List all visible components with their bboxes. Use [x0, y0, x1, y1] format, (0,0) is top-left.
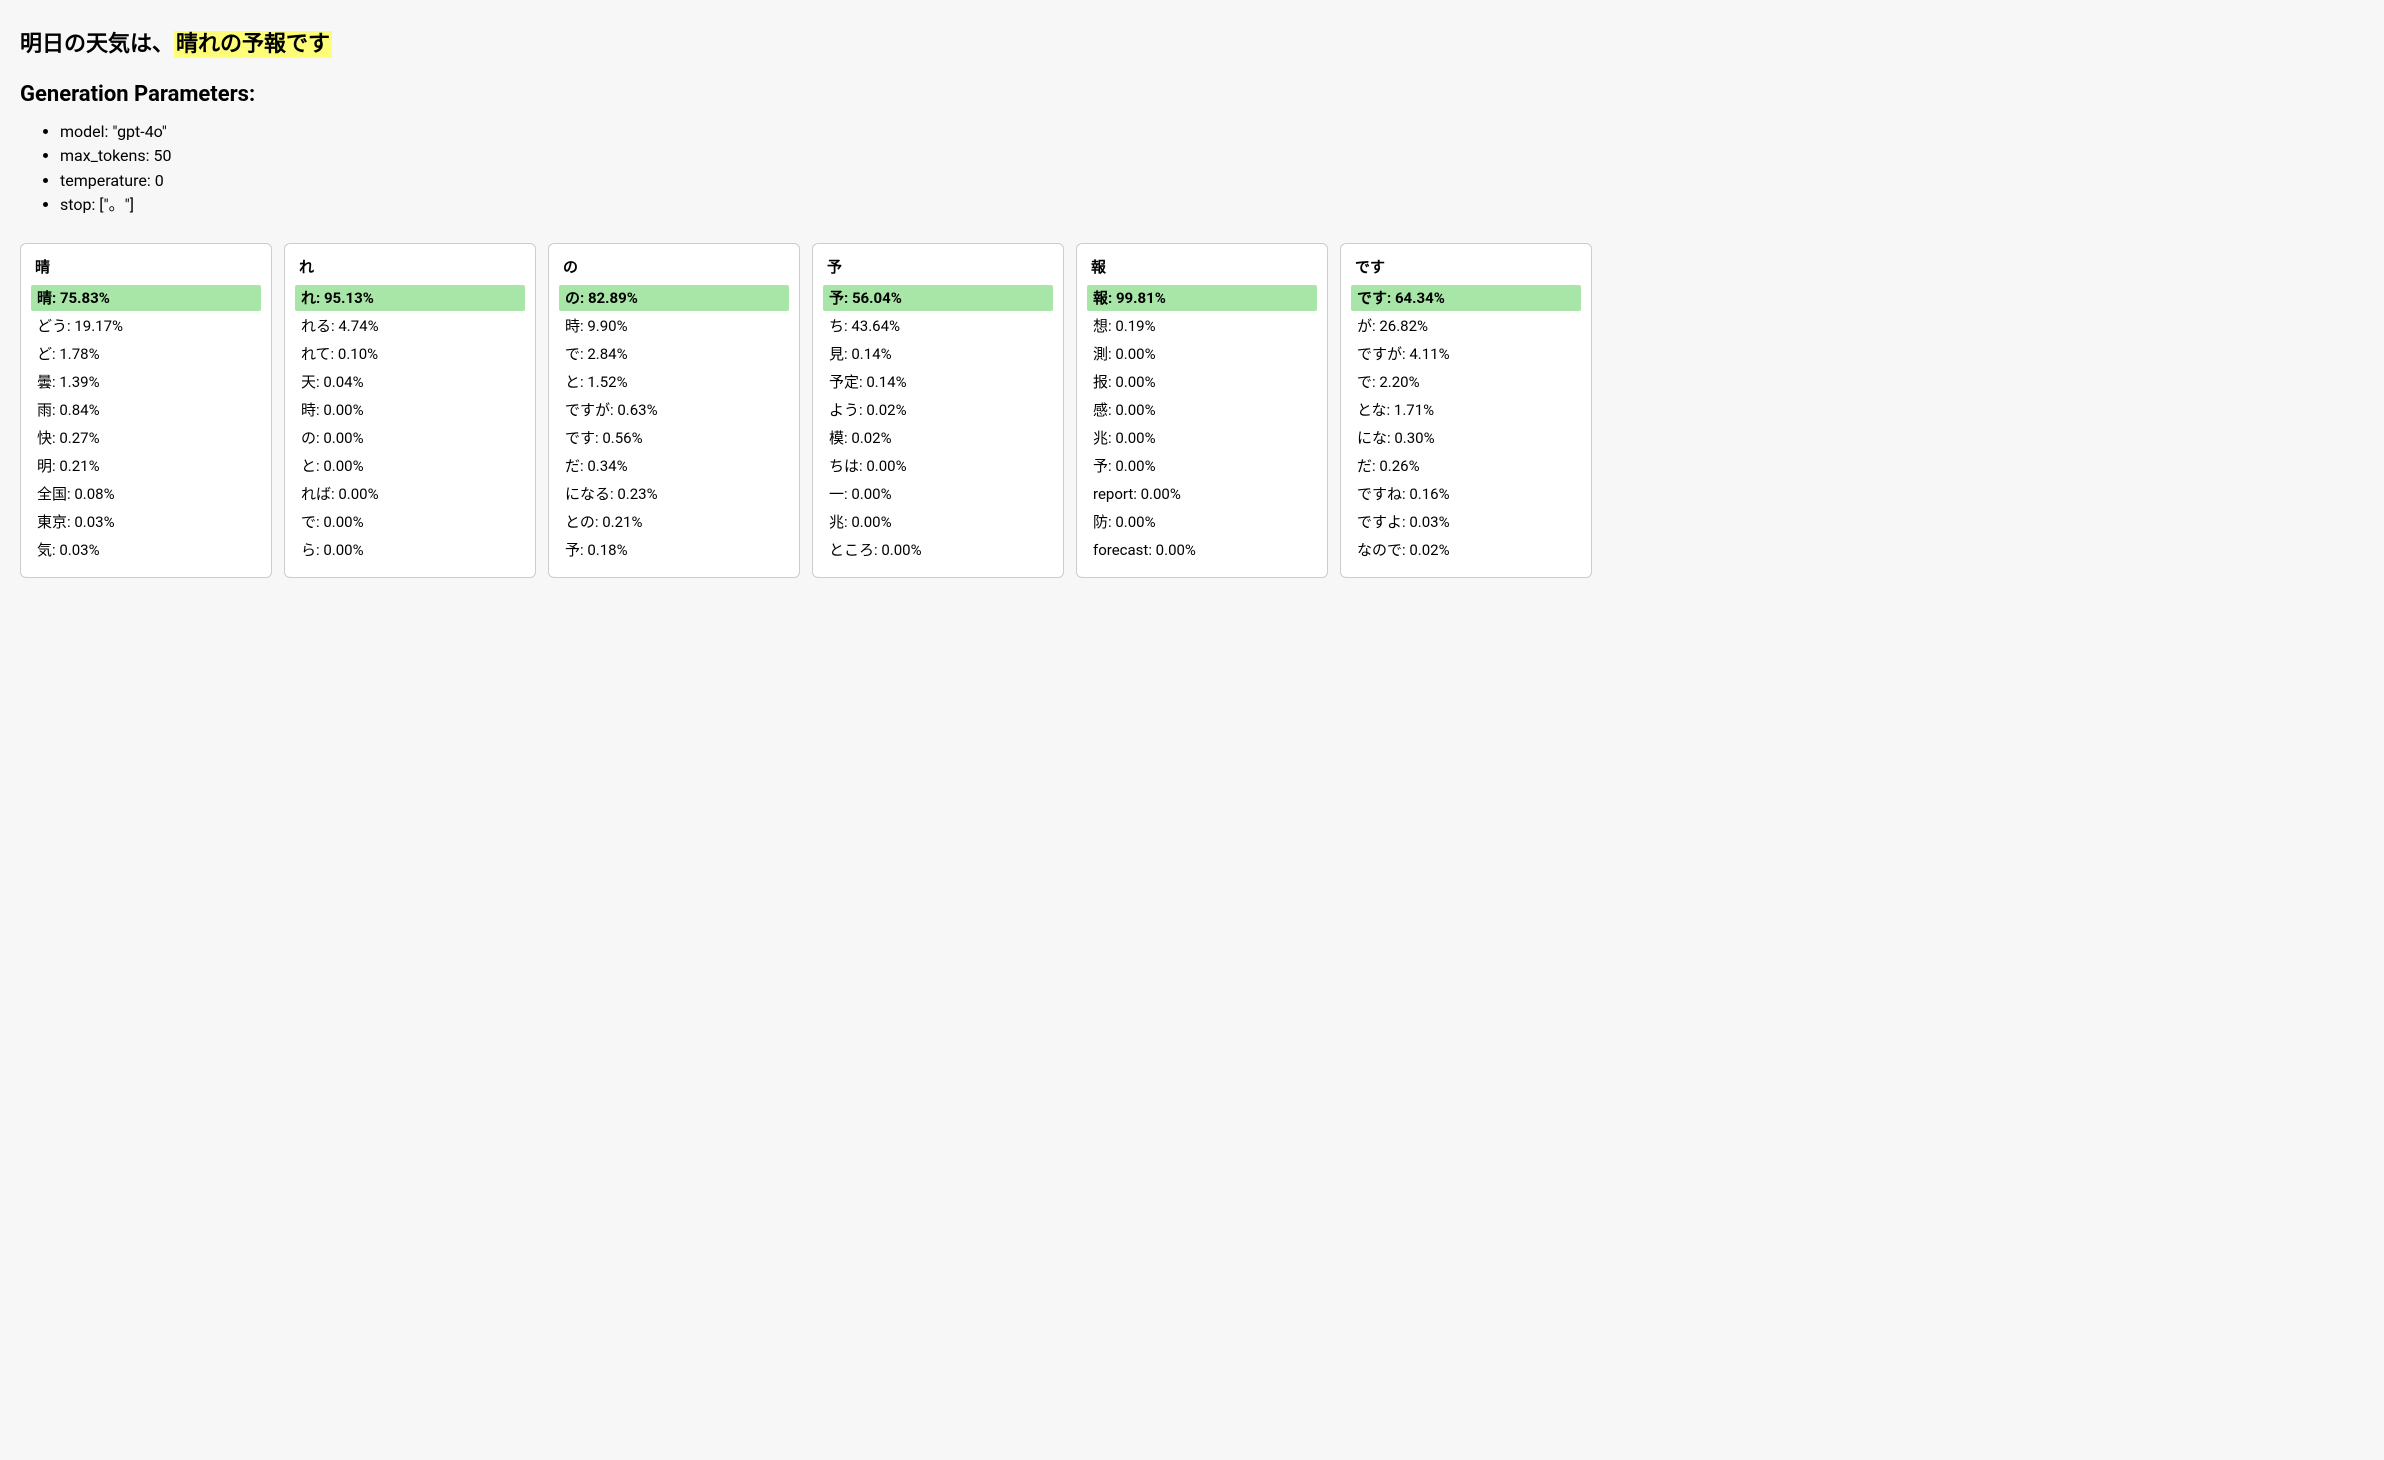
candidate-row: ですが: 4.11% — [1351, 341, 1581, 367]
candidate-row: れて: 0.10% — [295, 341, 525, 367]
candidate-row: 全国: 0.08% — [31, 481, 261, 507]
token-card-title: 予 — [823, 254, 1053, 279]
candidate-row: 明: 0.21% — [31, 453, 261, 479]
candidate-row: ですね: 0.16% — [1351, 481, 1581, 507]
candidate-row: れば: 0.00% — [295, 481, 525, 507]
title-prefix: 明日の天気は、 — [20, 32, 174, 57]
candidate-row: forecast: 0.00% — [1087, 537, 1317, 563]
candidate-row: の: 0.00% — [295, 425, 525, 451]
param-item: stop: ["。"] — [60, 194, 2364, 216]
token-card-title: です — [1351, 254, 1581, 279]
candidate-row: 防: 0.00% — [1087, 509, 1317, 535]
token-card: 予予: 56.04%ち: 43.64%見: 0.14%予定: 0.14%よう: … — [812, 243, 1064, 578]
token-cards: 晴晴: 75.83%どう: 19.17%ど: 1.78%曇: 1.39%雨: 0… — [20, 243, 2364, 578]
candidate-row: 報: 99.81% — [1087, 285, 1317, 311]
candidate-row: 予: 56.04% — [823, 285, 1053, 311]
candidate-row: の: 82.89% — [559, 285, 789, 311]
candidate-row: だ: 0.34% — [559, 453, 789, 479]
candidate-row: が: 26.82% — [1351, 313, 1581, 339]
token-card-title: れ — [295, 254, 525, 279]
token-card: 報報: 99.81%想: 0.19%測: 0.00%报: 0.00%感: 0.0… — [1076, 243, 1328, 578]
candidate-row: 曇: 1.39% — [31, 369, 261, 395]
candidate-row: どう: 19.17% — [31, 313, 261, 339]
token-card-title: 晴 — [31, 254, 261, 279]
candidate-row: れる: 4.74% — [295, 313, 525, 339]
candidate-row: 時: 9.90% — [559, 313, 789, 339]
candidate-row: ところ: 0.00% — [823, 537, 1053, 563]
param-item: model: "gpt-4o" — [60, 121, 2364, 143]
candidate-row: 雨: 0.84% — [31, 397, 261, 423]
token-card: のの: 82.89%時: 9.90%で: 2.84%と: 1.52%ですが: 0… — [548, 243, 800, 578]
page-title: 明日の天気は、晴れの予報です — [20, 26, 2364, 58]
candidate-row: になる: 0.23% — [559, 481, 789, 507]
candidate-row: よう: 0.02% — [823, 397, 1053, 423]
candidate-row: 天: 0.04% — [295, 369, 525, 395]
candidate-row: と: 1.52% — [559, 369, 789, 395]
candidate-row: で: 2.20% — [1351, 369, 1581, 395]
token-card-title: の — [559, 254, 789, 279]
candidate-row: 一: 0.00% — [823, 481, 1053, 507]
candidate-row: と: 0.00% — [295, 453, 525, 479]
candidate-row: 気: 0.03% — [31, 537, 261, 563]
candidate-row: 兆: 0.00% — [1087, 425, 1317, 451]
token-card: ですです: 64.34%が: 26.82%ですが: 4.11%で: 2.20%と… — [1340, 243, 1592, 578]
candidate-row: 予: 0.18% — [559, 537, 789, 563]
candidate-row: 兆: 0.00% — [823, 509, 1053, 535]
param-item: max_tokens: 50 — [60, 145, 2364, 167]
candidate-row: 測: 0.00% — [1087, 341, 1317, 367]
token-card: 晴晴: 75.83%どう: 19.17%ど: 1.78%曇: 1.39%雨: 0… — [20, 243, 272, 578]
candidate-row: だ: 0.26% — [1351, 453, 1581, 479]
candidate-row: 快: 0.27% — [31, 425, 261, 451]
param-item: temperature: 0 — [60, 170, 2364, 192]
candidate-row: で: 0.00% — [295, 509, 525, 535]
candidate-row: 模: 0.02% — [823, 425, 1053, 451]
candidate-row: ですよ: 0.03% — [1351, 509, 1581, 535]
candidate-row: で: 2.84% — [559, 341, 789, 367]
candidate-row: 予: 0.00% — [1087, 453, 1317, 479]
params-list: model: "gpt-4o"max_tokens: 50 temperature… — [20, 121, 2364, 217]
candidate-row: にな: 0.30% — [1351, 425, 1581, 451]
candidate-row: です: 64.34% — [1351, 285, 1581, 311]
candidate-row: 晴: 75.83% — [31, 285, 261, 311]
candidate-row: 見: 0.14% — [823, 341, 1053, 367]
candidate-row: 東京: 0.03% — [31, 509, 261, 535]
candidate-row: です: 0.56% — [559, 425, 789, 451]
candidate-row: 時: 0.00% — [295, 397, 525, 423]
candidate-row: ですが: 0.63% — [559, 397, 789, 423]
candidate-row: 想: 0.19% — [1087, 313, 1317, 339]
candidate-row: 感: 0.00% — [1087, 397, 1317, 423]
title-highlight: 晴れの予報です — [174, 31, 332, 58]
candidate-row: ら: 0.00% — [295, 537, 525, 563]
candidate-row: 予定: 0.14% — [823, 369, 1053, 395]
params-heading: Generation Parameters: — [20, 82, 2364, 107]
candidate-row: なので: 0.02% — [1351, 537, 1581, 563]
candidate-row: とな: 1.71% — [1351, 397, 1581, 423]
candidate-row: との: 0.21% — [559, 509, 789, 535]
candidate-row: ちは: 0.00% — [823, 453, 1053, 479]
candidate-row: report: 0.00% — [1087, 481, 1317, 507]
token-card-title: 報 — [1087, 254, 1317, 279]
candidate-row: 报: 0.00% — [1087, 369, 1317, 395]
candidate-row: ど: 1.78% — [31, 341, 261, 367]
candidate-row: ち: 43.64% — [823, 313, 1053, 339]
token-card: れれ: 95.13%れる: 4.74%れて: 0.10%天: 0.04%時: 0… — [284, 243, 536, 578]
candidate-row: れ: 95.13% — [295, 285, 525, 311]
